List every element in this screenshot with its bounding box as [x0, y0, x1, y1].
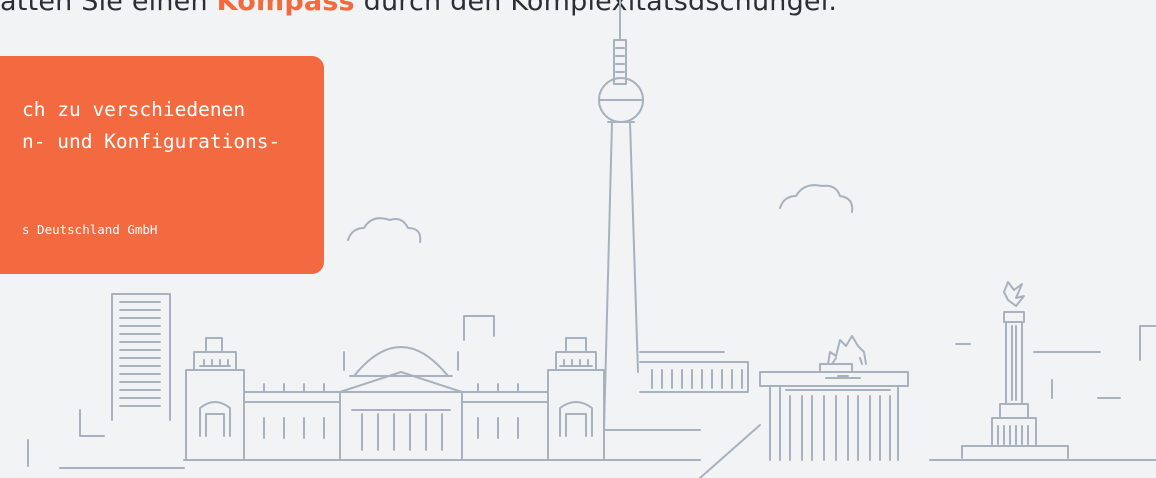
small-building	[463, 315, 495, 341]
colonnade-building	[639, 351, 749, 393]
cloud-icon	[347, 217, 422, 243]
cloud-icon-2	[779, 184, 854, 213]
reichstag-building	[185, 337, 605, 461]
victory-column	[961, 281, 1069, 459]
office-tower	[111, 293, 171, 421]
berlin-skyline-illustration	[27, 0, 1156, 478]
tv-tower	[598, 0, 701, 431]
edge-building	[1139, 325, 1156, 361]
brandenburg-gate	[759, 335, 909, 461]
